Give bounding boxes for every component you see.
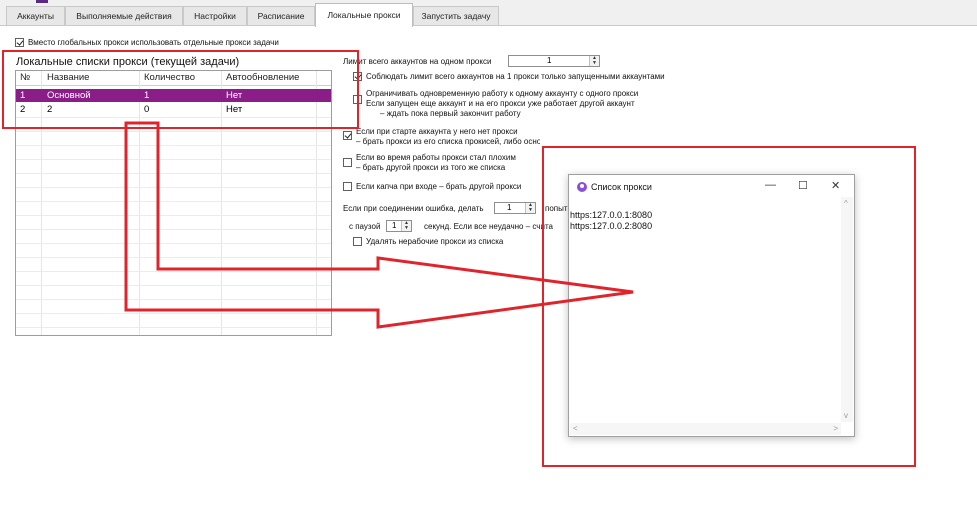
annotation-arrow: [124, 121, 634, 329]
tab-local-proxies[interactable]: Локальные прокси: [315, 3, 413, 27]
